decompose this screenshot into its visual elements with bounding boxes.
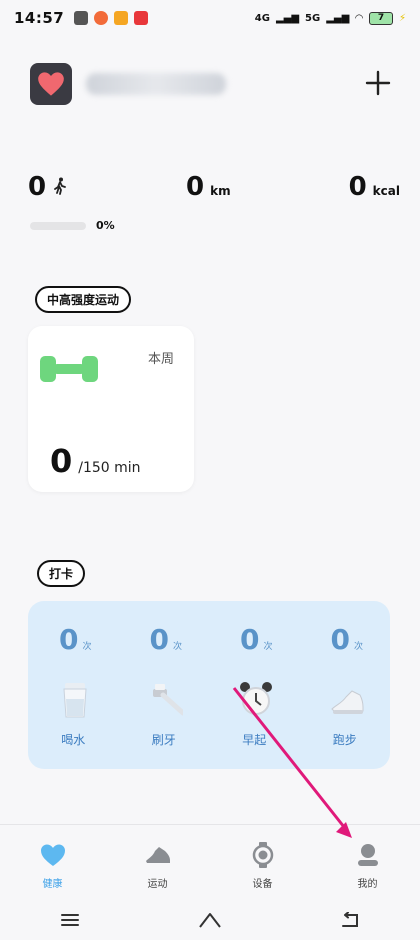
menu-icon	[61, 914, 79, 926]
status-app-icons	[74, 11, 149, 25]
status-indicators: 4G ▂▄▆ 5G ▂▄▆ ◠ 7 ⚡	[254, 11, 406, 25]
checkin-count-value: 0	[240, 623, 260, 656]
network-4g-label: 4G	[254, 12, 270, 24]
tab-profile[interactable]: 我的	[315, 825, 420, 890]
signal-icon: ▂▄▆	[326, 12, 350, 24]
dumbbell-icon	[40, 356, 98, 382]
water-cup-icon	[63, 683, 87, 718]
header	[30, 62, 392, 106]
checkin-count-unit: 次	[82, 642, 92, 652]
checkin-label: 跑步	[332, 733, 357, 747]
walking-icon	[54, 177, 66, 195]
distance-value: 0	[186, 172, 205, 202]
network-5g-label: 5G	[305, 12, 321, 24]
checkin-count-unit: 次	[263, 642, 273, 652]
checkin-count: 0 次	[59, 623, 92, 656]
distance-stat: 0 km	[186, 172, 231, 202]
checkin-count: 0 次	[150, 623, 183, 656]
back-icon	[342, 912, 358, 927]
app-notification-icon	[94, 11, 109, 25]
add-button[interactable]	[364, 65, 392, 103]
person-icon	[357, 844, 378, 866]
wifi-icon: ◠	[355, 12, 363, 24]
app-notification-icon	[74, 11, 89, 25]
tab-label: 我的	[357, 879, 378, 890]
alarm-clock-icon	[240, 682, 272, 715]
activity-value-row: 0 /150 min	[50, 442, 141, 480]
home-button[interactable]	[190, 911, 230, 929]
steps-stat: 0	[28, 172, 68, 202]
checkin-item-toothbrush[interactable]: 0 次 刷牙	[119, 601, 210, 769]
activity-value: 0	[50, 442, 73, 480]
home-icon	[199, 913, 221, 928]
plus-icon	[365, 70, 391, 96]
menu-button[interactable]	[50, 913, 90, 927]
tab-label: 健康	[42, 879, 63, 890]
checkin-count-unit: 次	[172, 642, 182, 652]
status-time: 14:57	[14, 9, 65, 27]
activity-goal: /150 min	[78, 460, 141, 476]
checkin-label: 刷牙	[151, 733, 176, 747]
checkin-count-value: 0	[330, 623, 350, 656]
app-notification-icon	[114, 11, 129, 25]
calories-value: 0	[348, 172, 367, 202]
checkin-count-unit: 次	[353, 642, 363, 652]
checkin-count-value: 0	[59, 623, 79, 656]
battery-icon: 7	[368, 11, 393, 25]
watch-icon	[252, 842, 273, 868]
progress-percent: 0%	[96, 219, 115, 232]
heart-icon	[38, 72, 64, 96]
toothbrush-icon	[152, 684, 183, 716]
calories-unit: kcal	[372, 184, 400, 198]
tab-label: 设备	[252, 879, 273, 890]
distance-unit: km	[210, 184, 231, 198]
checkin-item-water[interactable]: 0 次 喝水	[28, 601, 119, 769]
checkin-label: 早起	[242, 733, 267, 747]
sneaker-icon	[145, 847, 170, 863]
steps-value: 0	[28, 172, 47, 202]
checkin-count-value: 0	[149, 623, 169, 656]
checkin-label: 喝水	[61, 733, 86, 747]
app-notification-icon	[134, 11, 149, 25]
back-button[interactable]	[330, 912, 370, 928]
status-bar: 14:57 4G ▂▄▆ 5G ▂▄▆ ◠ 7 ⚡	[0, 0, 420, 36]
progress-bar	[30, 221, 86, 230]
tab-device[interactable]: 设备	[210, 825, 315, 890]
signal-icon: ▂▄▆	[275, 12, 300, 24]
running-shoe-icon	[330, 690, 363, 714]
checkin-item-wake-up[interactable]: 0 次 早起	[209, 601, 300, 769]
checkin-item-running[interactable]: 0 次 跑步	[300, 601, 391, 769]
bottom-tab-bar: 健康 运动 设备 我的	[0, 824, 420, 890]
heart-icon	[40, 844, 65, 866]
checkin-count: 0 次	[331, 623, 364, 656]
system-navigation-bar	[0, 900, 420, 940]
charging-icon: ⚡	[398, 12, 406, 24]
daily-progress: 0%	[30, 219, 115, 232]
checkin-count: 0 次	[240, 623, 273, 656]
tab-label: 运动	[147, 879, 168, 890]
daily-stats[interactable]: 0 0 km 0 kcal	[28, 172, 400, 202]
checkin-section-title: 打卡	[37, 560, 86, 587]
activity-card[interactable]: 本周 0 /150 min	[28, 326, 194, 492]
activity-period: 本周	[147, 352, 174, 367]
checkin-card: 0 次 喝水 0 次 刷牙 0 次 早起 0 次 跑步	[28, 601, 390, 769]
app-logo	[30, 63, 72, 105]
battery-level: 7	[377, 13, 385, 23]
user-name-blurred[interactable]	[86, 73, 226, 95]
calories-stat: 0 kcal	[349, 172, 400, 202]
activity-section-title: 中高强度运动	[35, 286, 132, 313]
tab-health[interactable]: 健康	[0, 825, 105, 890]
tab-exercise[interactable]: 运动	[105, 825, 210, 890]
